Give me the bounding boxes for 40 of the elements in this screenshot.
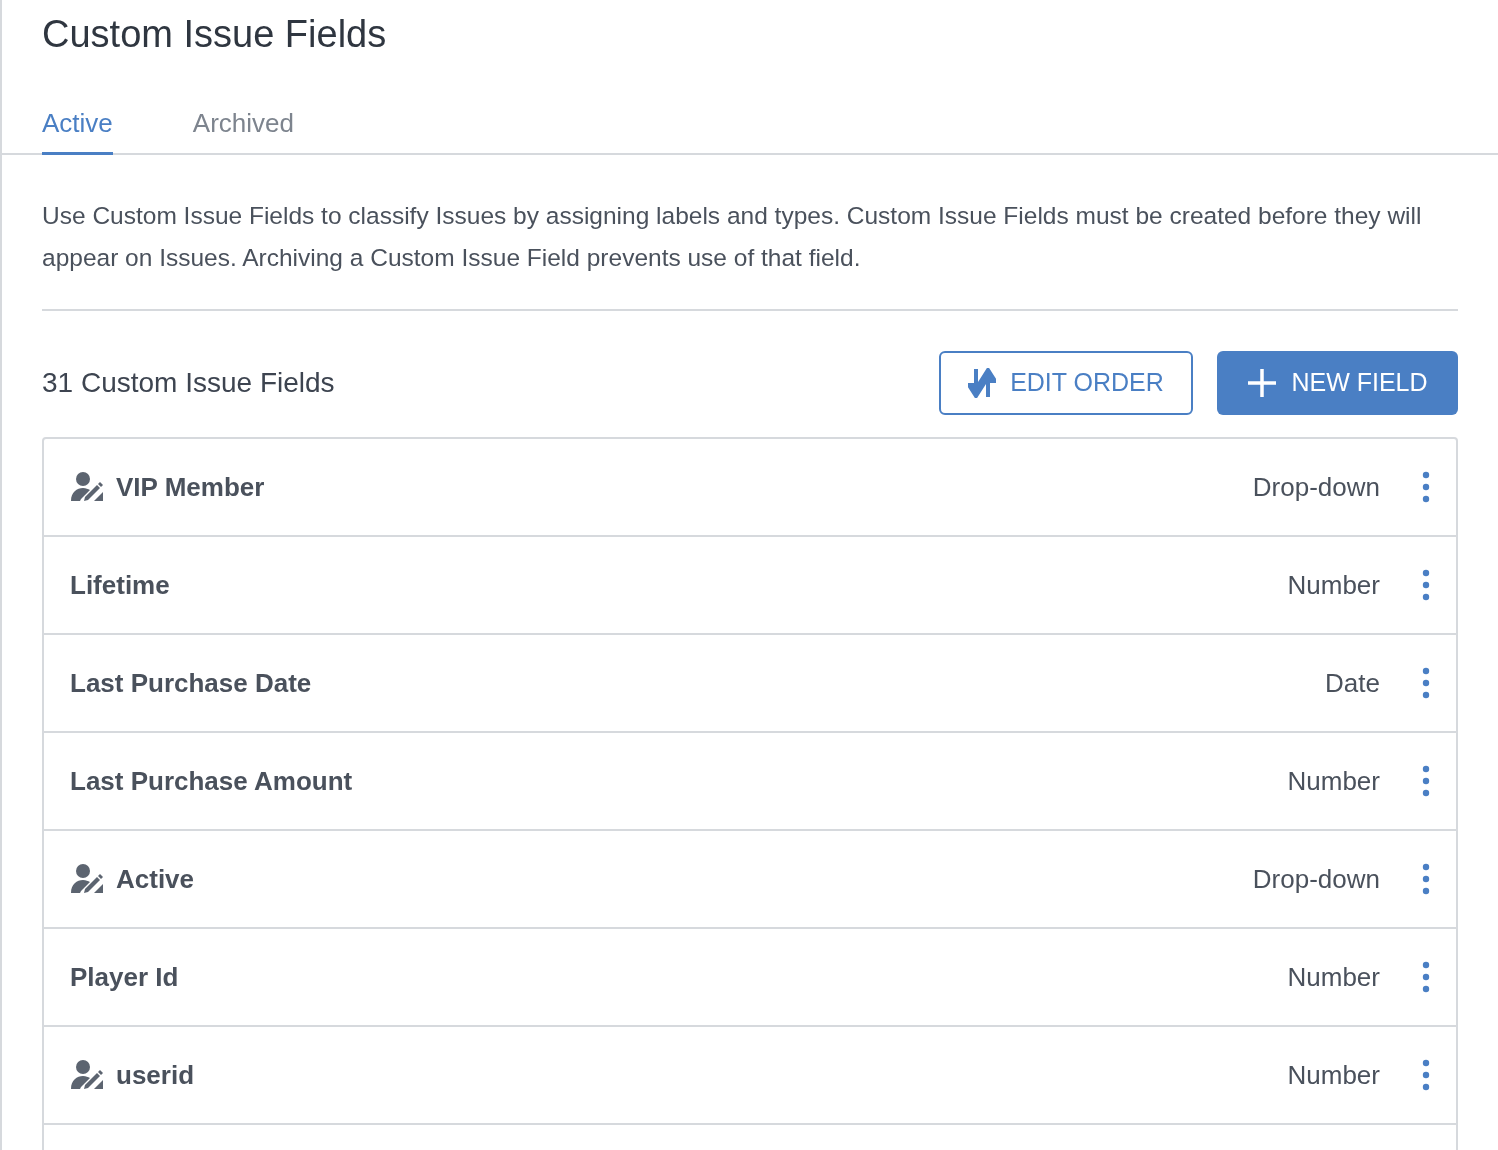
field-name: userid	[116, 1058, 195, 1092]
more-icon[interactable]	[1422, 1059, 1430, 1091]
more-icon[interactable]	[1422, 667, 1430, 699]
page-title: Custom Issue Fields	[42, 12, 388, 57]
user-edit-icon	[70, 863, 104, 895]
field-row[interactable]: VIP Member Drop-down	[44, 439, 1456, 537]
more-icon[interactable]	[1422, 863, 1430, 895]
description-text: Use Custom Issue Fields to classify Issues by assigning labels and types. Custom Issue Fields must be created before they will appear on Issues. Archiving a Custom Issue Field prevents use of that field.	[42, 195, 1458, 311]
field-type: Number	[1287, 764, 1380, 798]
tab[interactable]: Active	[42, 108, 113, 155]
new-field-button[interactable]: NEW FIELD	[1217, 351, 1458, 415]
field-name: Active	[116, 862, 195, 896]
tab[interactable]: Archived	[192, 108, 294, 155]
field-row[interactable]: Player Id Number	[44, 929, 1456, 1027]
field-name: Player Id	[70, 960, 179, 994]
edit-order-button[interactable]: EDIT ORDER	[939, 351, 1193, 415]
field-row[interactable]: Last Purchase Date Date	[44, 635, 1456, 733]
field-row[interactable]: userid Number	[44, 1027, 1456, 1125]
more-icon[interactable]	[1422, 569, 1430, 601]
more-icon[interactable]	[1422, 961, 1430, 993]
user-edit-icon	[70, 1059, 104, 1091]
field-name: Last Purchase Date	[70, 666, 312, 700]
field-name: Lifetime	[70, 568, 170, 602]
user-edit-icon	[70, 471, 104, 503]
field-row[interactable]: Last Purchase Amount Number	[44, 733, 1456, 831]
sort-icon	[968, 368, 997, 398]
field-type: Drop-down	[1252, 862, 1380, 896]
field-name: VIP Member	[116, 470, 265, 504]
field-row[interactable]: Active Drop-down	[44, 831, 1456, 929]
field-count: 31 Custom Issue Fields	[42, 366, 336, 400]
field-type: Number	[1287, 960, 1380, 994]
field-row[interactable]: Lifetime Number	[44, 537, 1456, 635]
field-type: Date	[1325, 666, 1380, 700]
more-icon[interactable]	[1422, 471, 1430, 503]
field-type: Drop-down	[1252, 470, 1380, 504]
field-type: Number	[1287, 568, 1380, 602]
more-icon[interactable]	[1422, 765, 1430, 797]
field-type: Number	[1287, 1058, 1380, 1092]
field-name: Last Purchase Amount	[70, 764, 353, 798]
plus-icon	[1247, 368, 1278, 398]
